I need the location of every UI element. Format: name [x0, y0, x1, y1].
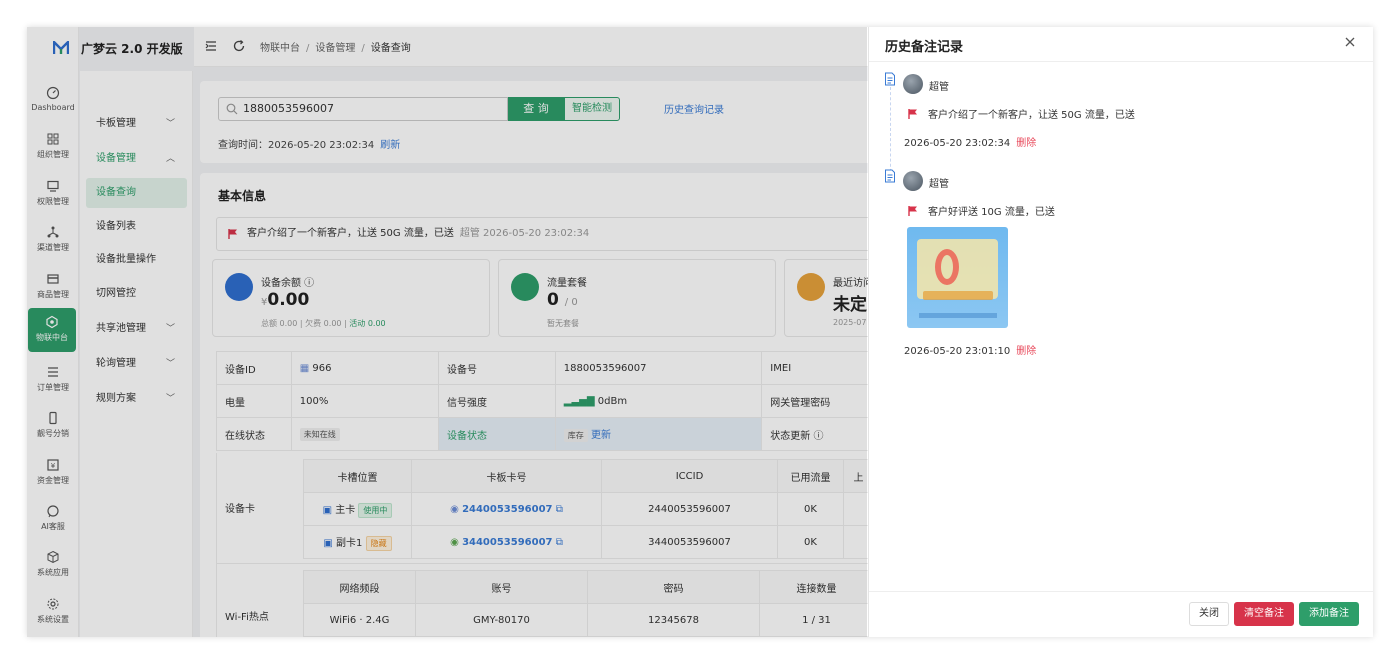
close-button[interactable]: 关闭 [1189, 602, 1229, 626]
note-author: 超管 [929, 179, 949, 190]
clear-notes-button[interactable]: 清空备注 [1234, 602, 1294, 626]
note-history-drawer: 历史备注记录 超管 客户介绍了一个新客户，让送 50G 流量，已送 2026-0… [868, 27, 1373, 637]
delete-note-link[interactable]: 删除 [1016, 346, 1036, 357]
avatar [903, 74, 923, 94]
app-window: Dashboard 组织管理 权限管理 渠道管理 商品管理 物联中台 订单管理 [27, 27, 1373, 637]
document-icon [885, 72, 895, 86]
avatar [903, 171, 923, 191]
note-time: 2026-05-20 23:02:34 删除 [904, 138, 1037, 149]
add-note-button[interactable]: 添加备注 [1299, 602, 1359, 626]
flag-icon [908, 109, 917, 119]
note-author: 超管 [929, 82, 949, 93]
drawer-backdrop[interactable] [27, 27, 867, 637]
note-attachment-image[interactable] [907, 227, 1008, 328]
note-text: 客户介绍了一个新客户，让送 50G 流量，已送 [928, 110, 1135, 121]
note-text: 客户好评送 10G 流量，已送 [928, 207, 1055, 218]
note-time: 2026-05-20 23:01:10 删除 [904, 346, 1037, 357]
flag-icon [908, 206, 917, 216]
close-icon[interactable] [1343, 35, 1357, 49]
document-icon [885, 169, 895, 183]
drawer-title: 历史备注记录 [885, 40, 964, 55]
delete-note-link[interactable]: 删除 [1016, 138, 1036, 149]
timeline-line [890, 87, 891, 177]
